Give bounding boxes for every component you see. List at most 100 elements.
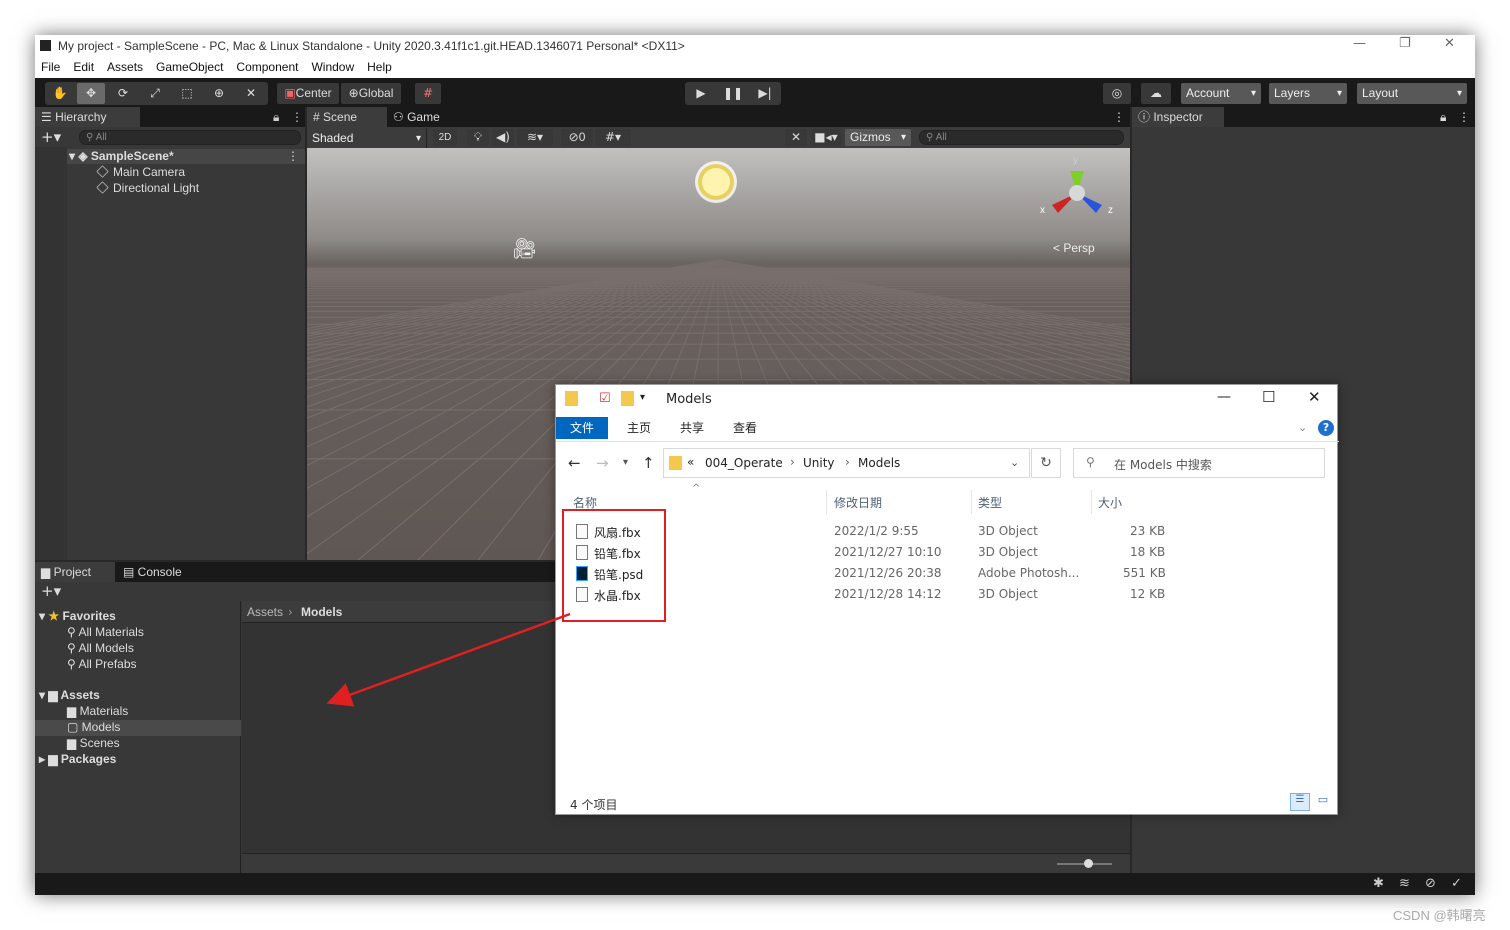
help-icon[interactable]: ? <box>1318 420 1334 436</box>
audio-icon[interactable]: ◀) <box>492 129 514 146</box>
directional-light-icon[interactable] <box>702 168 730 196</box>
auto-gen-lighting-icon[interactable]: ⊘ <box>1425 876 1436 891</box>
back-icon[interactable]: ← <box>568 454 581 472</box>
large-icons-view-icon[interactable]: ▭ <box>1314 793 1332 811</box>
breadcrumb-item[interactable]: Assets <box>247 605 283 619</box>
kebab-menu-icon[interactable]: ⋮ <box>1107 107 1125 127</box>
properties-icon[interactable]: ☑ <box>599 391 611 406</box>
tab-project[interactable]: ▆ Project <box>35 562 115 582</box>
lock-icon[interactable]: 🔒︎ <box>267 107 279 127</box>
packages-node[interactable]: ▸ ▆ Packages <box>39 752 116 766</box>
kebab-menu-icon[interactable]: ⋮ <box>1452 107 1470 127</box>
camera-gizmo-icon[interactable]: 🎥︎ <box>512 236 537 260</box>
kebab-menu-icon[interactable]: ⋮ <box>285 107 303 127</box>
tab-inspector[interactable]: ⓘ Inspector <box>1132 107 1224 127</box>
tab-game[interactable]: ⚇ Game <box>387 107 457 127</box>
tools-icon[interactable]: ✕ <box>785 129 807 146</box>
search-box[interactable]: ⚲ 在 Models 中搜索 <box>1073 448 1325 478</box>
tab-console[interactable]: ▤ Console <box>117 562 197 582</box>
collab-icon[interactable]: ◎ <box>1103 83 1131 104</box>
column-divider[interactable] <box>1091 490 1092 514</box>
asset-folder[interactable]: ▆ Materials <box>67 704 128 718</box>
add-icon[interactable]: +▾ <box>41 582 61 600</box>
minimize-icon[interactable]: — <box>1353 36 1366 51</box>
camera-icon[interactable]: ■◂▾ <box>811 129 841 146</box>
layers-dropdown[interactable]: Layers <box>1269 83 1347 104</box>
path-segment[interactable]: Unity <box>803 456 835 470</box>
2d-toggle[interactable]: 2D <box>433 129 457 146</box>
layers-stack-icon[interactable]: ≋ <box>1399 876 1410 891</box>
path-segment[interactable]: Models <box>858 456 900 470</box>
assets-node[interactable]: ▾ ▆ Assets <box>39 688 100 702</box>
close-icon[interactable]: ✕ <box>1308 388 1321 406</box>
new-folder-icon[interactable] <box>621 391 634 406</box>
account-dropdown[interactable]: Account <box>1181 83 1261 104</box>
ribbon-expand-icon[interactable]: ⌄ <box>1298 421 1307 434</box>
check-circle-icon[interactable]: ✓ <box>1451 876 1462 891</box>
breadcrumb-item[interactable]: Models <box>301 605 342 619</box>
ribbon-tab-file[interactable]: 文件 <box>556 417 609 439</box>
grid-snap-icon[interactable]: # <box>415 83 441 104</box>
menu-assets[interactable]: Assets <box>101 57 150 78</box>
pause-icon[interactable]: ❚❚ <box>719 83 747 104</box>
column-header-type[interactable]: 类型 <box>978 494 1002 511</box>
file-row[interactable]: 风扇.fbx 2022/1/2 9:55 3D Object 23 KB <box>556 521 1339 542</box>
pivot-center-button[interactable]: ▣Center <box>277 83 339 104</box>
scale-tool-icon[interactable]: ⤢ <box>141 83 169 104</box>
grid-toggle-icon[interactable]: #▾ <box>595 129 631 146</box>
up-icon[interactable]: ↑ <box>642 454 655 472</box>
custom-tool-icon[interactable]: ✕ <box>237 83 265 104</box>
column-divider[interactable] <box>826 490 827 514</box>
zoom-slider-handle[interactable] <box>1084 859 1093 868</box>
asset-folder[interactable]: ▆ Scenes <box>67 736 120 750</box>
selected-folder-row[interactable] <box>35 720 241 736</box>
effects-icon[interactable]: ≋▾ <box>517 129 553 146</box>
transform-tool-icon[interactable]: ⊕ <box>205 83 233 104</box>
ribbon-tab-home[interactable]: 主页 <box>613 417 665 439</box>
scene-search[interactable]: ⚲ All <box>919 130 1124 145</box>
menu-component[interactable]: Component <box>230 57 305 78</box>
quick-access-dropdown-icon[interactable]: ▾ <box>640 392 645 403</box>
forward-icon[interactable]: → <box>596 454 609 472</box>
close-icon[interactable]: ✕ <box>1444 36 1455 51</box>
menu-help[interactable]: Help <box>361 57 399 78</box>
minimize-icon[interactable]: — <box>1217 389 1231 405</box>
ribbon-tab-share[interactable]: 共享 <box>666 417 718 439</box>
asset-folder[interactable]: ▢ Models <box>67 720 120 734</box>
tab-scene[interactable]: # Scene <box>307 107 387 127</box>
cloud-icon[interactable]: ☁ <box>1141 83 1171 104</box>
hidden-objects-toggle[interactable]: ⊘0 <box>561 129 593 146</box>
menu-file[interactable]: File <box>35 57 67 78</box>
lock-icon[interactable]: 🔒︎ <box>1434 107 1446 127</box>
shading-dropdown[interactable]: Shaded <box>307 128 427 149</box>
favorite-item[interactable]: ⚲ All Materials <box>67 625 144 639</box>
menu-edit[interactable]: Edit <box>67 57 101 78</box>
scene-menu-icon[interactable]: ⋮ <box>287 149 299 163</box>
menu-gameobject[interactable]: GameObject <box>150 57 230 78</box>
column-header-size[interactable]: 大小 <box>1098 494 1122 511</box>
debug-icon[interactable]: ✱ <box>1373 876 1384 891</box>
path-overflow[interactable]: « <box>687 455 694 469</box>
file-row[interactable]: 水晶.fbx 2021/12/28 14:12 3D Object 12 KB <box>556 584 1339 605</box>
refresh-icon[interactable]: ↻ <box>1031 448 1061 478</box>
maximize-icon[interactable]: ☐ <box>1262 388 1275 406</box>
scene-label[interactable]: ▾ ◈ SampleScene* <box>69 149 174 163</box>
favorite-item[interactable]: ⚲ All Prefabs <box>67 657 137 671</box>
path-segment[interactable]: 004_Operate <box>705 456 783 470</box>
column-header-date[interactable]: 修改日期 <box>834 494 882 511</box>
persp-label[interactable]: < Persp <box>1053 241 1095 255</box>
favorites-node[interactable]: ▾ ★ Favorites <box>39 609 116 623</box>
tab-hierarchy[interactable]: ☰ Hierarchy <box>35 107 140 127</box>
rotate-tool-icon[interactable]: ⟳ <box>109 83 137 104</box>
restore-icon[interactable]: ❐ <box>1399 36 1411 51</box>
file-row[interactable]: 铅笔.psd 2021/12/26 20:38 Adobe Photosh...… <box>556 563 1339 584</box>
layout-dropdown[interactable]: Layout <box>1357 83 1467 104</box>
file-row[interactable]: 铅笔.fbx 2021/12/27 10:10 3D Object 18 KB <box>556 542 1339 563</box>
add-icon[interactable]: +▾ <box>41 128 61 146</box>
pivot-global-button[interactable]: ⊕Global <box>341 83 401 104</box>
hierarchy-item[interactable]: Main Camera <box>96 165 185 179</box>
rect-tool-icon[interactable]: ⬚ <box>173 83 201 104</box>
chevron-down-icon[interactable]: ⌄ <box>1010 456 1019 469</box>
column-divider[interactable] <box>971 490 972 514</box>
hierarchy-item[interactable]: Directional Light <box>96 181 199 195</box>
